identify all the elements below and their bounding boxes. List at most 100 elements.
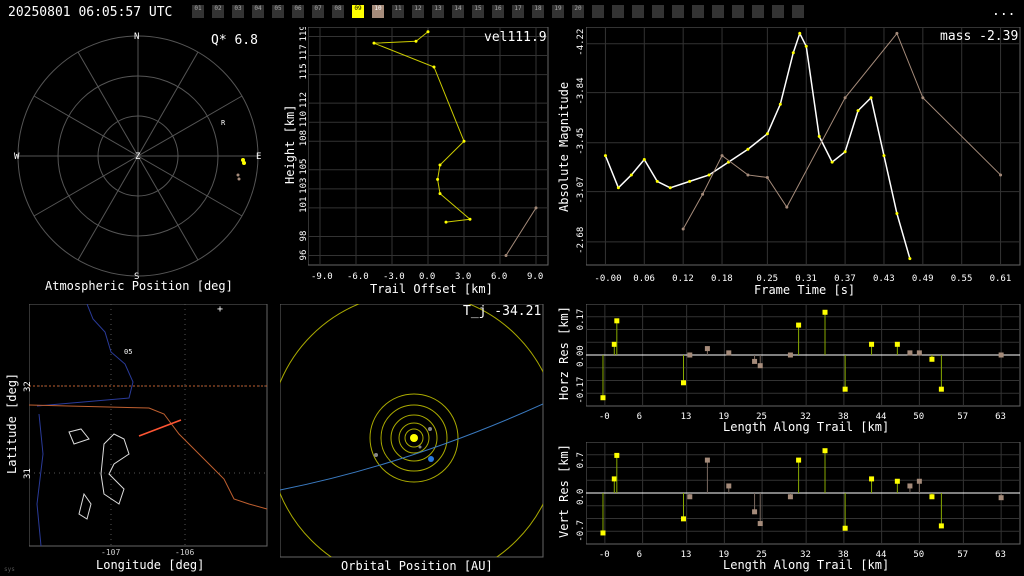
station-box[interactable]: 02: [212, 5, 224, 18]
height-ytick: 105: [299, 159, 309, 175]
station-box[interactable]: 15: [472, 5, 484, 18]
height-point: [534, 206, 538, 210]
station-box[interactable]: 10: [372, 5, 384, 18]
residual-point: [938, 386, 944, 392]
magnitude-point: [765, 132, 769, 136]
residual-point: [842, 525, 848, 531]
magnitude-point: [791, 51, 795, 55]
station-box[interactable]: 16: [492, 5, 504, 18]
horz-yaxis: Horz Res [km] 0.17 0.00 -0.17: [557, 306, 586, 404]
station-box[interactable]: [752, 5, 764, 18]
residual-point: [787, 352, 793, 358]
magnitude-point: [655, 179, 659, 183]
station-box[interactable]: [712, 5, 724, 18]
magnitude-point: [707, 173, 711, 177]
residual-point: [752, 509, 758, 515]
horz-xtick: 6: [637, 412, 642, 422]
vert-residual-chart: [586, 442, 1021, 545]
station-box[interactable]: 01: [192, 5, 204, 18]
marker-label: R: [221, 119, 226, 127]
magnitude-point: [830, 160, 834, 164]
map-xlabel: Longitude [deg]: [96, 558, 205, 572]
magnitude-point: [895, 212, 899, 216]
vert-yaxis: Vert Res [km] 0.7 0.0 -0.7: [557, 444, 586, 542]
residual-point: [894, 341, 900, 347]
station-box[interactable]: 04: [252, 5, 264, 18]
magnitude-ytick: -3.84: [576, 78, 586, 105]
magnitude-point: [603, 154, 607, 158]
station-box[interactable]: 08: [332, 5, 344, 18]
residual-point: [796, 457, 802, 463]
station-box[interactable]: [732, 5, 744, 18]
station-box[interactable]: 14: [452, 5, 464, 18]
height-ytick: 112: [299, 92, 309, 108]
magnitude-xtick: 0.18: [711, 274, 733, 284]
height-point: [432, 65, 436, 69]
residual-point: [611, 341, 617, 347]
vert-xtick: 63: [995, 550, 1006, 560]
station-box[interactable]: 09: [352, 5, 364, 18]
station-box[interactable]: [592, 5, 604, 18]
station-box[interactable]: [672, 5, 684, 18]
vert-xtick: 13: [681, 550, 692, 560]
magnitude-point: [817, 134, 821, 138]
station-box[interactable]: [772, 5, 784, 18]
residual-point: [687, 494, 693, 500]
station-box[interactable]: 20: [572, 5, 584, 18]
residual-point: [822, 309, 828, 315]
mass-metric: mass -2.39: [940, 29, 1019, 44]
sun-icon: [410, 434, 418, 442]
residual-point: [726, 483, 732, 489]
height-point: [414, 39, 418, 43]
residual-point: [894, 478, 900, 484]
station-box[interactable]: [632, 5, 644, 18]
track-point: [236, 173, 240, 177]
horz-xtick: 13: [681, 412, 692, 422]
residual-point: [704, 346, 710, 352]
grid-label: 05: [124, 348, 132, 356]
map-ylabel: Latitude [deg]: [5, 373, 19, 474]
station-box[interactable]: 18: [532, 5, 544, 18]
map-xtick: -107: [101, 548, 121, 557]
station-box[interactable]: 05: [272, 5, 284, 18]
residual-point: [614, 318, 620, 324]
residual-point: [757, 363, 763, 369]
residual-point: [916, 478, 922, 484]
height-ytick: 96: [299, 250, 309, 261]
station-box[interactable]: 03: [232, 5, 244, 18]
magnitude-point: [681, 227, 685, 231]
station-box[interactable]: 07: [312, 5, 324, 18]
station-box[interactable]: [612, 5, 624, 18]
residual-point: [929, 356, 935, 362]
residual-point: [757, 521, 763, 527]
height-xtick: 6.0: [491, 272, 507, 282]
station-box[interactable]: 11: [392, 5, 404, 18]
residual-point: [600, 530, 606, 536]
residual-point: [726, 350, 732, 356]
magnitude-point: [895, 31, 899, 35]
residual-point: [752, 358, 758, 364]
height-ytick: 108: [299, 130, 309, 146]
station-box[interactable]: 13: [432, 5, 444, 18]
station-box[interactable]: [792, 5, 804, 18]
map-xtick: -106: [175, 548, 195, 557]
vert-xtick: -0: [599, 550, 610, 560]
station-box[interactable]: 17: [512, 5, 524, 18]
height-xtick: 9.0: [527, 272, 543, 282]
magnitude-point: [843, 96, 847, 100]
height-ytick: 101: [299, 197, 309, 213]
station-box[interactable]: 19: [552, 5, 564, 18]
timestamp: 20250801 06:05:57 UTC: [8, 5, 173, 20]
station-box[interactable]: 12: [412, 5, 424, 18]
height-ytick: 98: [299, 231, 309, 242]
station-box[interactable]: [692, 5, 704, 18]
residual-point: [938, 523, 944, 529]
menu-button[interactable]: ...: [992, 4, 1015, 19]
station-box[interactable]: 06: [292, 5, 304, 18]
station-box[interactable]: [652, 5, 664, 18]
horz-ylabel: Horz Res [km]: [557, 306, 571, 400]
magnitude-xtick: 0.06: [633, 274, 655, 284]
height-chart: -9.0 -6.0 -3.0 0.0 3.0 6.0 9.0: [308, 27, 549, 282]
magnitude-xtick: -0.00: [594, 274, 621, 284]
height-point: [468, 217, 472, 221]
